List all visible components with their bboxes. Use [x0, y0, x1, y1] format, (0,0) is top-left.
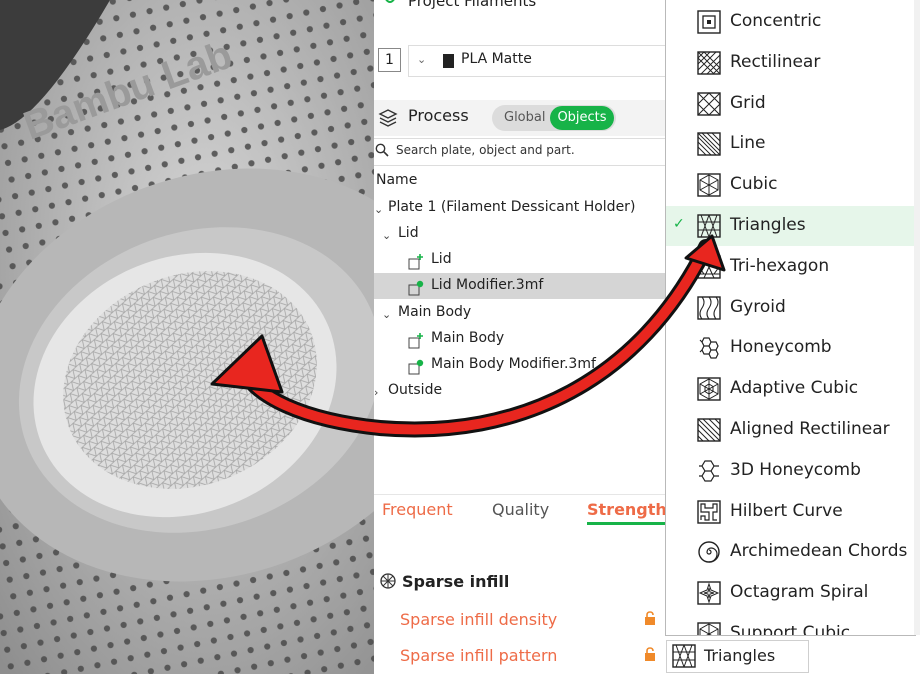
dropdown-option-support-cubic[interactable]: Support Cubic — [666, 614, 915, 636]
tree-item-plate[interactable]: Plate 1 (Filament Dessicant Holder) — [388, 199, 635, 215]
tree-item-lid-part[interactable]: Lid — [431, 251, 452, 267]
modifier-icon — [408, 359, 424, 375]
dropdown-option-hilbert-curve[interactable]: Hilbert Curve — [666, 492, 915, 532]
triangles-pattern-icon — [672, 644, 696, 668]
dropdown-option-label: Honeycomb — [730, 337, 832, 358]
toggle-objects[interactable]: Objects — [550, 106, 614, 130]
dropdown-option-concentric[interactable]: Concentric — [666, 2, 915, 42]
infill-pattern-dropdown: Concentric Rectilinear Grid Line Cubic ✓ Trian… — [665, 0, 916, 636]
active-tab-indicator — [587, 522, 667, 525]
tree-item-main-part[interactable]: Main Body — [431, 330, 504, 346]
dropdown-option-archimedean-chords[interactable]: Archimedean Chords — [666, 532, 915, 572]
dropdown-option-label: Octagram Spiral — [730, 582, 869, 603]
tree-item-main-modifier[interactable]: Main Body Modifier.3mf — [431, 356, 596, 372]
dropdown-option-label: Archimedean Chords — [730, 541, 908, 562]
filaments-title: Project Filaments — [408, 0, 537, 10]
dropdown-option-honeycomb[interactable]: Honeycomb — [666, 328, 915, 368]
tri-hexagon-pattern-icon — [697, 255, 721, 279]
dropdown-option-cubic[interactable]: Cubic — [666, 165, 915, 205]
part-icon — [408, 333, 423, 349]
section-sparse-infill: Sparse infill — [402, 572, 510, 591]
chevron-down-icon: ⌄ — [417, 53, 427, 66]
tab-strength[interactable]: Strength — [587, 500, 667, 519]
3d-honeycomb-pattern-icon — [699, 460, 719, 482]
infill-icon — [380, 573, 396, 589]
expand-toggle-icon[interactable]: ⌄ — [374, 203, 383, 216]
hilbert-curve-pattern-icon — [697, 499, 721, 524]
filament-icon — [385, 0, 395, 3]
process-title: Process — [408, 106, 469, 125]
aligned-rectilinear-pattern-icon — [697, 418, 721, 442]
search-icon — [375, 143, 389, 157]
unlock-icon[interactable] — [644, 611, 656, 625]
product-photo: Bambu Lab — [0, 0, 374, 674]
support-cubic-pattern-icon — [697, 622, 721, 635]
gyroid-pattern-icon — [697, 295, 721, 320]
dropdown-option-label: Aligned Rectilinear — [730, 419, 890, 439]
filament-name: PLA Matte — [461, 51, 532, 67]
expand-toggle-icon[interactable]: ⌄ — [382, 308, 391, 321]
rectilinear-pattern-icon — [697, 51, 721, 75]
concentric-pattern-icon — [697, 10, 721, 34]
process-layers-icon — [378, 109, 398, 127]
toggle-global[interactable]: Global — [504, 110, 545, 125]
tree-item-main-group[interactable]: Main Body — [398, 304, 471, 320]
dropdown-option-triangles[interactable]: ✓ Triangles — [666, 206, 915, 246]
triangles-pattern-icon — [697, 214, 721, 238]
dropdown-option-label: Concentric — [730, 11, 822, 31]
dropdown-option-label: Hilbert Curve — [730, 500, 843, 521]
dropdown-option-label: 3D Honeycomb — [730, 459, 861, 480]
checkmark-icon: ✓ — [673, 216, 685, 232]
archimedean-chords-pattern-icon — [698, 541, 720, 564]
dropdown-scrollbar[interactable] — [914, 0, 920, 635]
filament-select[interactable]: ⌄ PLA Matte — [408, 45, 709, 77]
column-header-name: Name — [376, 172, 418, 188]
tab-quality[interactable]: Quality — [492, 500, 549, 519]
dropdown-option-grid[interactable]: Grid — [666, 84, 915, 124]
dropdown-option-label: Rectilinear — [730, 51, 821, 72]
param-pattern-label: Sparse infill pattern — [400, 646, 558, 665]
modifier-icon — [408, 280, 424, 296]
tree-item-outside[interactable]: Outside — [388, 382, 442, 398]
dropdown-option-gyroid[interactable]: Gyroid — [666, 288, 915, 328]
part-icon — [408, 254, 423, 270]
dropdown-option-label: Cubic — [730, 174, 778, 195]
tab-frequent[interactable]: Frequent — [382, 500, 453, 519]
expand-toggle-icon[interactable]: › — [374, 386, 378, 399]
dropdown-option-label: Tri-hexagon — [730, 255, 830, 276]
dropdown-option-octagram-spiral[interactable]: Octagram Spiral — [666, 573, 915, 613]
param-density-label: Sparse infill density — [400, 610, 558, 629]
dropdown-option-tri-hexagon[interactable]: Tri-hexagon — [666, 247, 915, 287]
dropdown-option-label: Gyroid — [730, 296, 786, 317]
line-pattern-icon — [697, 132, 721, 157]
grid-pattern-icon — [697, 91, 721, 116]
octagram-spiral-pattern-icon — [697, 581, 721, 605]
dropdown-option-adaptive-cubic[interactable]: Adaptive Cubic — [666, 369, 915, 409]
expand-toggle-icon[interactable]: ⌄ — [382, 229, 391, 242]
dropdown-option-line[interactable]: Line — [666, 124, 915, 164]
cubic-pattern-icon — [697, 173, 721, 197]
search-input[interactable]: Search plate, object and part. — [396, 143, 575, 157]
dropdown-option-label: Grid — [730, 92, 766, 113]
dropdown-option-3d-honeycomb[interactable]: 3D Honeycomb — [666, 451, 915, 491]
dropdown-option-label: Line — [730, 133, 766, 154]
unlock-icon[interactable] — [644, 647, 656, 661]
dropdown-option-aligned-rectilinear[interactable]: Aligned Rectilinear — [666, 410, 915, 450]
adaptive-cubic-pattern-icon — [697, 377, 721, 401]
honeycomb-pattern-icon — [699, 337, 719, 359]
filament-index: 1 — [378, 48, 401, 72]
tree-item-lid-modifier[interactable]: Lid Modifier.3mf — [431, 277, 543, 293]
dropdown-option-label: Adaptive Cubic — [730, 378, 859, 399]
filament-color-swatch — [443, 54, 454, 68]
divider — [374, 494, 666, 495]
dropdown-option-label: Support Cubic — [730, 623, 851, 636]
pattern-select-value: Triangles — [704, 646, 776, 665]
dropdown-option-rectilinear[interactable]: Rectilinear — [666, 43, 915, 83]
dropdown-option-label: Triangles — [730, 215, 806, 235]
tree-item-lid-group[interactable]: Lid — [398, 225, 419, 241]
